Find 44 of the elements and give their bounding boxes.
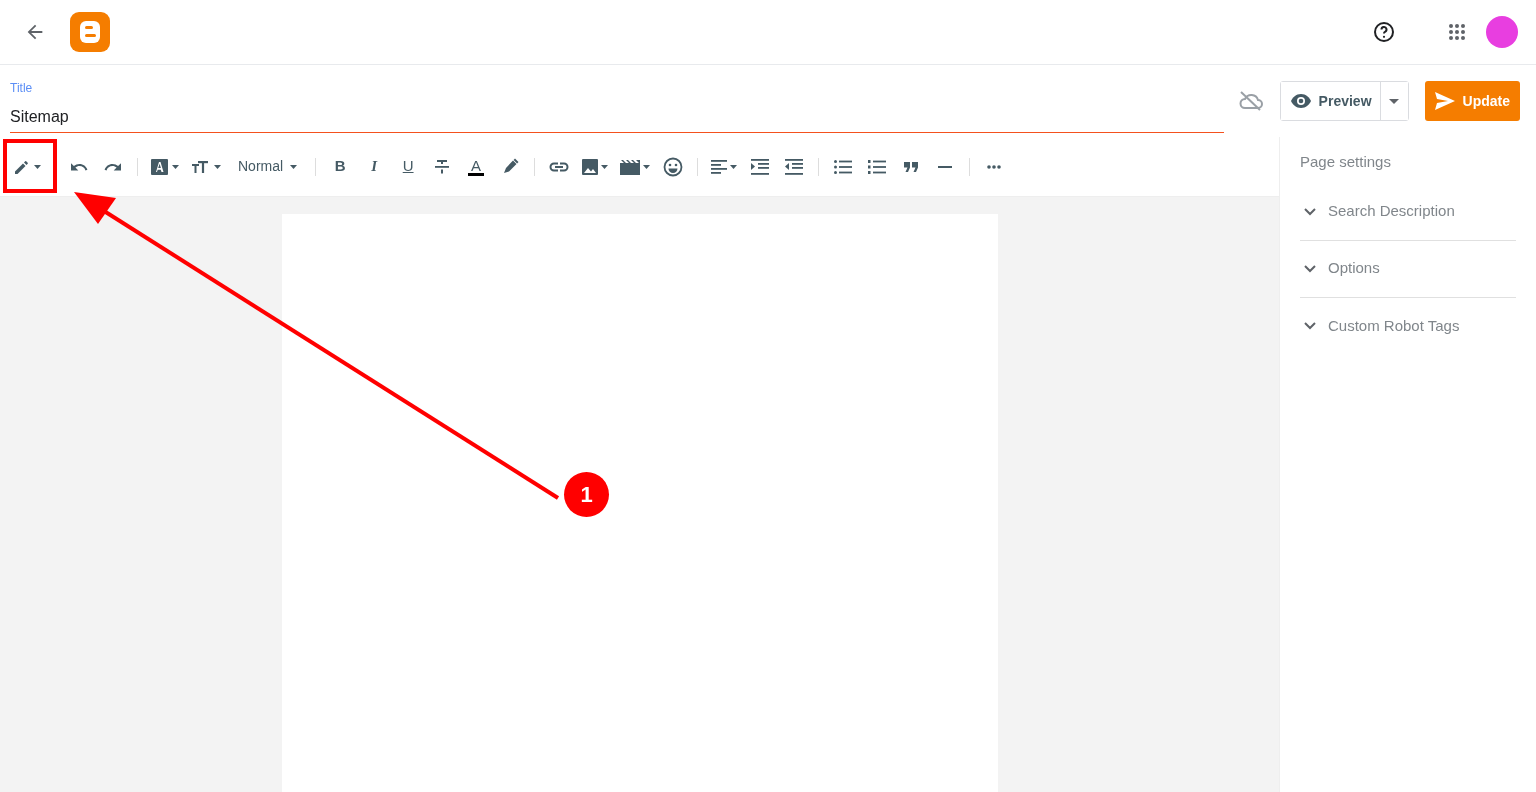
- text-color-button[interactable]: A: [462, 150, 491, 183]
- sidebar-heading: Page settings: [1300, 152, 1392, 172]
- underline-button[interactable]: U: [394, 150, 423, 183]
- link-icon: [549, 160, 570, 173]
- emoji-icon: [663, 156, 684, 177]
- caret-icon: [34, 164, 41, 169]
- quote-icon: [904, 161, 919, 172]
- caret-icon: [730, 164, 738, 169]
- apps-button[interactable]: [1448, 23, 1466, 41]
- highlight-frame: [3, 139, 57, 193]
- caret-icon: [172, 164, 179, 169]
- text-background-icon: [151, 157, 169, 176]
- caret-icon: [601, 164, 609, 169]
- cloud-off-icon: [1237, 90, 1264, 112]
- avatar[interactable]: [1486, 16, 1518, 48]
- logo-icon: [70, 12, 110, 52]
- numbered-list-icon: [868, 158, 887, 175]
- settings-section[interactable]: Custom Robot Tags: [1300, 297, 1516, 355]
- settings-section[interactable]: Options: [1300, 240, 1516, 298]
- send-icon: [1434, 92, 1455, 110]
- help-button[interactable]: [1372, 20, 1396, 44]
- caret-icon: [643, 164, 651, 169]
- chevron-down-icon: [1304, 322, 1316, 330]
- bulleted-list-icon: [834, 158, 853, 175]
- italic-button[interactable]: I: [360, 150, 389, 183]
- paragraph-style-dropdown[interactable]: Normal: [230, 150, 306, 183]
- caret-icon: [1389, 98, 1400, 104]
- horizontal-rule-icon: [938, 165, 953, 168]
- eye-icon: [1290, 94, 1311, 108]
- chevron-down-icon: [1304, 264, 1316, 273]
- caret-icon: [214, 164, 221, 169]
- strikethrough-icon: [434, 158, 451, 175]
- title-label: Title: [10, 80, 34, 97]
- align-icon: [711, 158, 728, 175]
- indent-icon: [751, 158, 770, 175]
- bold-button[interactable]: B: [326, 150, 355, 183]
- video-icon: [620, 158, 641, 175]
- settings-section[interactable]: Search Description: [1300, 183, 1516, 241]
- outdent-icon: [785, 158, 804, 175]
- caret-icon: [290, 164, 298, 169]
- more-icon: [987, 164, 1002, 169]
- font-size-icon: [191, 158, 211, 175]
- image-icon: [582, 158, 599, 175]
- chevron-down-icon: [1304, 207, 1316, 216]
